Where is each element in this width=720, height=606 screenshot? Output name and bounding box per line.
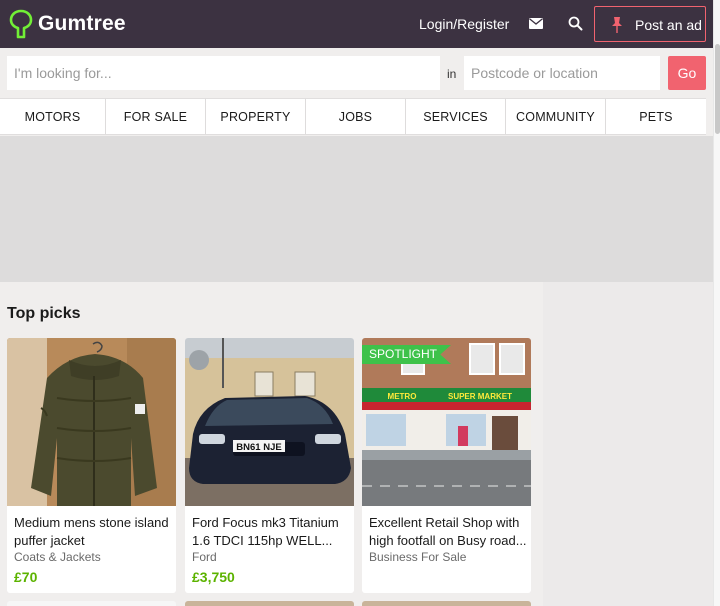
listing-title[interactable]: Ford Focus mk3 Titanium 1.6 TDCI 115hp W…	[192, 514, 350, 550]
category-jobs[interactable]: JOBS	[306, 99, 406, 134]
in-label: in	[447, 67, 457, 81]
next-listing-card[interactable]	[185, 601, 354, 606]
login-register-link[interactable]: Login/Register	[419, 16, 509, 32]
listing-category: Coats & Jackets	[14, 550, 101, 564]
listing-card[interactable]: Medium mens stone island puffer jacket C…	[7, 338, 176, 593]
brand-name: Gumtree	[38, 12, 126, 35]
listing-image-car[interactable]: BN61 NJE	[185, 338, 354, 506]
page-scrollbar[interactable]	[713, 0, 720, 606]
listing-title[interactable]: Excellent Retail Shop with high footfall…	[369, 514, 527, 550]
keyword-search-input[interactable]	[7, 56, 440, 90]
listing-category: Business For Sale	[369, 550, 467, 564]
pin-icon	[612, 17, 622, 33]
listing-price: £70	[14, 569, 38, 585]
spotlight-badge: SPOTLIGHT	[362, 345, 452, 364]
category-motors[interactable]: MOTORS	[0, 99, 106, 134]
category-community[interactable]: COMMUNITY	[506, 99, 606, 134]
right-column	[543, 282, 713, 606]
post-ad-label: Post an ad	[635, 17, 702, 33]
next-listing-card[interactable]	[7, 601, 176, 606]
listing-category: Ford	[192, 550, 217, 564]
shop-sign-left: METRO	[388, 392, 417, 401]
scrollbar-thumb[interactable]	[715, 44, 720, 134]
number-plate: BN61 NJE	[236, 442, 281, 453]
next-listing-card[interactable]	[362, 601, 531, 606]
top-picks-heading: Top picks	[7, 305, 81, 322]
category-for-sale[interactable]: FOR SALE	[106, 99, 206, 134]
gumtree-logo[interactable]: Gumtree	[8, 9, 126, 39]
listing-price: £3,750	[192, 569, 235, 585]
listing-card[interactable]: BN61 NJE Ford Focus mk3 Titanium 1.6 TDC…	[185, 338, 354, 593]
category-property[interactable]: PROPERTY	[206, 99, 306, 134]
listing-image-jacket[interactable]	[7, 338, 176, 506]
search-bar: in Go	[0, 48, 713, 98]
listing-title[interactable]: Medium mens stone island puffer jacket	[14, 514, 172, 550]
search-icon[interactable]	[568, 16, 583, 31]
tree-logo-icon	[9, 9, 33, 39]
top-header: Gumtree Login/Register Post an ad	[0, 0, 713, 48]
ad-banner[interactable]	[0, 136, 713, 282]
post-ad-button[interactable]: Post an ad	[594, 6, 706, 42]
mail-icon[interactable]	[529, 18, 543, 29]
listing-card[interactable]: METRO SUPER MARKET SPOTLIGHT Excellent R…	[362, 338, 531, 593]
category-nav: MOTORS FOR SALE PROPERTY JOBS SERVICES C…	[0, 98, 706, 135]
category-services[interactable]: SERVICES	[406, 99, 506, 134]
location-input[interactable]	[464, 56, 660, 90]
go-button[interactable]: Go	[668, 56, 706, 90]
category-pets[interactable]: PETS	[606, 99, 706, 134]
shop-sign-right: SUPER MARKET	[448, 392, 512, 401]
